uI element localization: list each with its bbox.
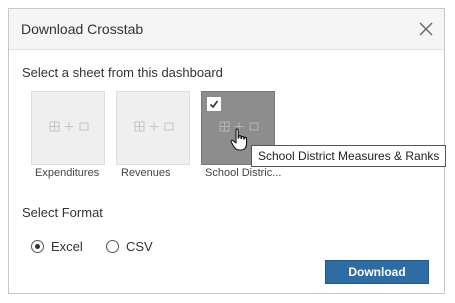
format-label-excel: Excel — [51, 239, 83, 254]
close-icon[interactable] — [418, 21, 434, 37]
download-button[interactable]: Download — [325, 260, 429, 284]
format-section-label: Select Format — [22, 205, 103, 220]
sheet-label-school-district: School Distric... — [205, 167, 282, 179]
checkmark-icon[interactable] — [207, 97, 221, 111]
sheet-thumbnail-expenditures[interactable] — [31, 91, 105, 165]
sheet-label-revenues: Revenues — [121, 167, 171, 179]
format-label-csv: CSV — [126, 239, 153, 254]
radio-csv[interactable] — [106, 240, 119, 253]
sheet-label-expenditures: Expenditures — [35, 167, 100, 179]
hand-cursor-icon — [230, 128, 248, 151]
sheet-preview-icon — [134, 121, 174, 132]
format-option-excel[interactable]: Excel — [31, 239, 83, 254]
sheet-tooltip: School District Measures & Ranks — [251, 145, 447, 167]
dialog-title: Download Crosstab — [21, 21, 144, 37]
radio-excel[interactable] — [31, 240, 44, 253]
sheet-preview-icon — [49, 121, 89, 132]
dialog-header: Download Crosstab — [9, 9, 444, 50]
format-option-csv[interactable]: CSV — [106, 239, 153, 254]
sheet-thumbnail-revenues[interactable] — [116, 91, 190, 165]
sheet-section-label: Select a sheet from this dashboard — [22, 65, 223, 80]
